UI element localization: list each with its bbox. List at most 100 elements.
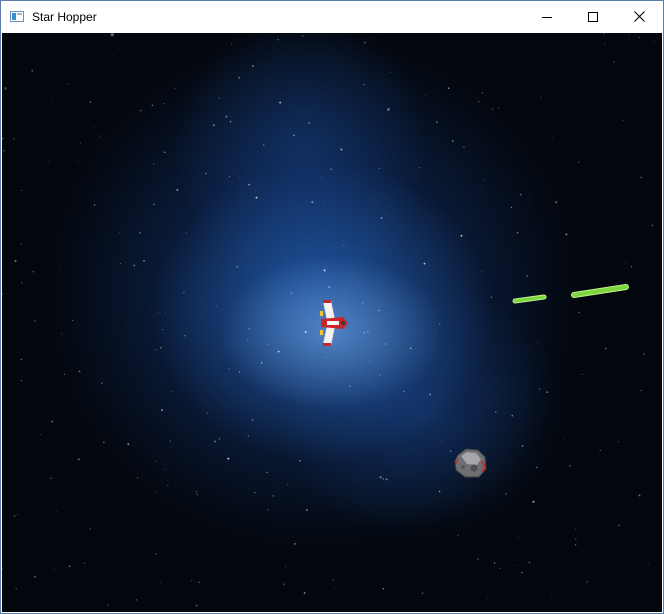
background-star xyxy=(410,347,412,349)
background-star xyxy=(532,500,535,503)
asteroid xyxy=(454,448,487,478)
background-star xyxy=(599,449,601,452)
background-star xyxy=(304,331,307,334)
background-star xyxy=(640,389,642,392)
background-star xyxy=(100,135,102,137)
background-star xyxy=(185,232,187,234)
background-star xyxy=(67,83,69,85)
background-star xyxy=(514,565,515,566)
background-star xyxy=(54,568,56,570)
background-star xyxy=(50,477,52,480)
background-star xyxy=(133,264,135,267)
background-star xyxy=(251,418,254,421)
background-star xyxy=(15,587,17,590)
background-star xyxy=(638,494,641,497)
background-star xyxy=(586,580,589,583)
background-star xyxy=(228,368,230,370)
background-star xyxy=(155,492,157,494)
background-star xyxy=(20,243,23,245)
background-star xyxy=(159,311,160,313)
background-star xyxy=(56,510,58,512)
background-star xyxy=(176,189,179,191)
background-star xyxy=(14,260,17,262)
background-star xyxy=(608,587,610,588)
background-star xyxy=(622,119,624,121)
background-star xyxy=(325,357,327,359)
background-star xyxy=(190,580,192,582)
background-star xyxy=(196,493,198,496)
background-star xyxy=(115,446,117,448)
background-star xyxy=(254,492,256,494)
background-star xyxy=(2,568,3,570)
background-star xyxy=(386,107,390,111)
background-star xyxy=(551,596,553,598)
background-star xyxy=(363,41,366,44)
background-star xyxy=(334,586,335,588)
background-star xyxy=(565,233,568,236)
background-star xyxy=(653,41,655,43)
background-star xyxy=(248,183,251,186)
background-star xyxy=(112,54,114,56)
background-star xyxy=(379,374,381,376)
background-star xyxy=(418,166,421,169)
background-star xyxy=(34,320,36,322)
background-star xyxy=(154,553,157,555)
background-star xyxy=(136,476,139,479)
background-star xyxy=(77,160,79,161)
background-star xyxy=(421,592,424,594)
background-star xyxy=(521,606,523,608)
background-star xyxy=(68,565,71,568)
background-star xyxy=(165,312,167,313)
background-star xyxy=(205,172,207,175)
background-star xyxy=(163,151,166,154)
background-star xyxy=(32,270,35,273)
background-star xyxy=(441,440,442,442)
background-star xyxy=(260,361,263,364)
minimize-icon xyxy=(542,16,552,18)
background-star xyxy=(294,543,296,545)
title-bar[interactable]: Star Hopper xyxy=(1,1,663,32)
background-star xyxy=(127,443,130,446)
background-star xyxy=(482,188,483,190)
background-star xyxy=(438,323,441,326)
background-star xyxy=(308,122,310,124)
background-star xyxy=(143,260,145,262)
close-icon xyxy=(633,11,645,22)
app-window-icon xyxy=(10,11,24,22)
background-star xyxy=(119,231,121,233)
background-star xyxy=(385,478,388,481)
background-star xyxy=(20,281,23,284)
background-star xyxy=(378,309,380,312)
background-star xyxy=(139,232,141,234)
background-star xyxy=(160,346,162,349)
background-star xyxy=(574,528,576,530)
background-star xyxy=(183,292,185,294)
minimize-button[interactable] xyxy=(524,1,570,32)
background-star xyxy=(107,604,109,606)
background-star xyxy=(527,199,529,201)
game-window: Star Hopper xyxy=(0,0,664,614)
background-star xyxy=(379,476,382,478)
maximize-button[interactable] xyxy=(570,1,616,32)
background-star xyxy=(218,97,220,99)
background-star xyxy=(323,269,326,272)
background-star xyxy=(516,231,519,234)
background-star xyxy=(498,107,500,109)
background-star xyxy=(495,411,497,413)
game-canvas[interactable] xyxy=(2,33,662,612)
background-star xyxy=(423,262,426,265)
background-star xyxy=(16,513,18,515)
background-star xyxy=(238,76,241,79)
background-star xyxy=(362,302,364,304)
background-star xyxy=(368,361,370,362)
background-star xyxy=(20,379,23,382)
background-star xyxy=(487,598,489,600)
background-star xyxy=(255,196,258,199)
background-star xyxy=(287,257,288,259)
background-star xyxy=(61,333,63,335)
close-button[interactable] xyxy=(616,1,662,32)
background-star xyxy=(135,599,138,601)
background-star xyxy=(528,561,531,564)
background-star xyxy=(569,464,571,467)
background-star xyxy=(564,438,566,440)
